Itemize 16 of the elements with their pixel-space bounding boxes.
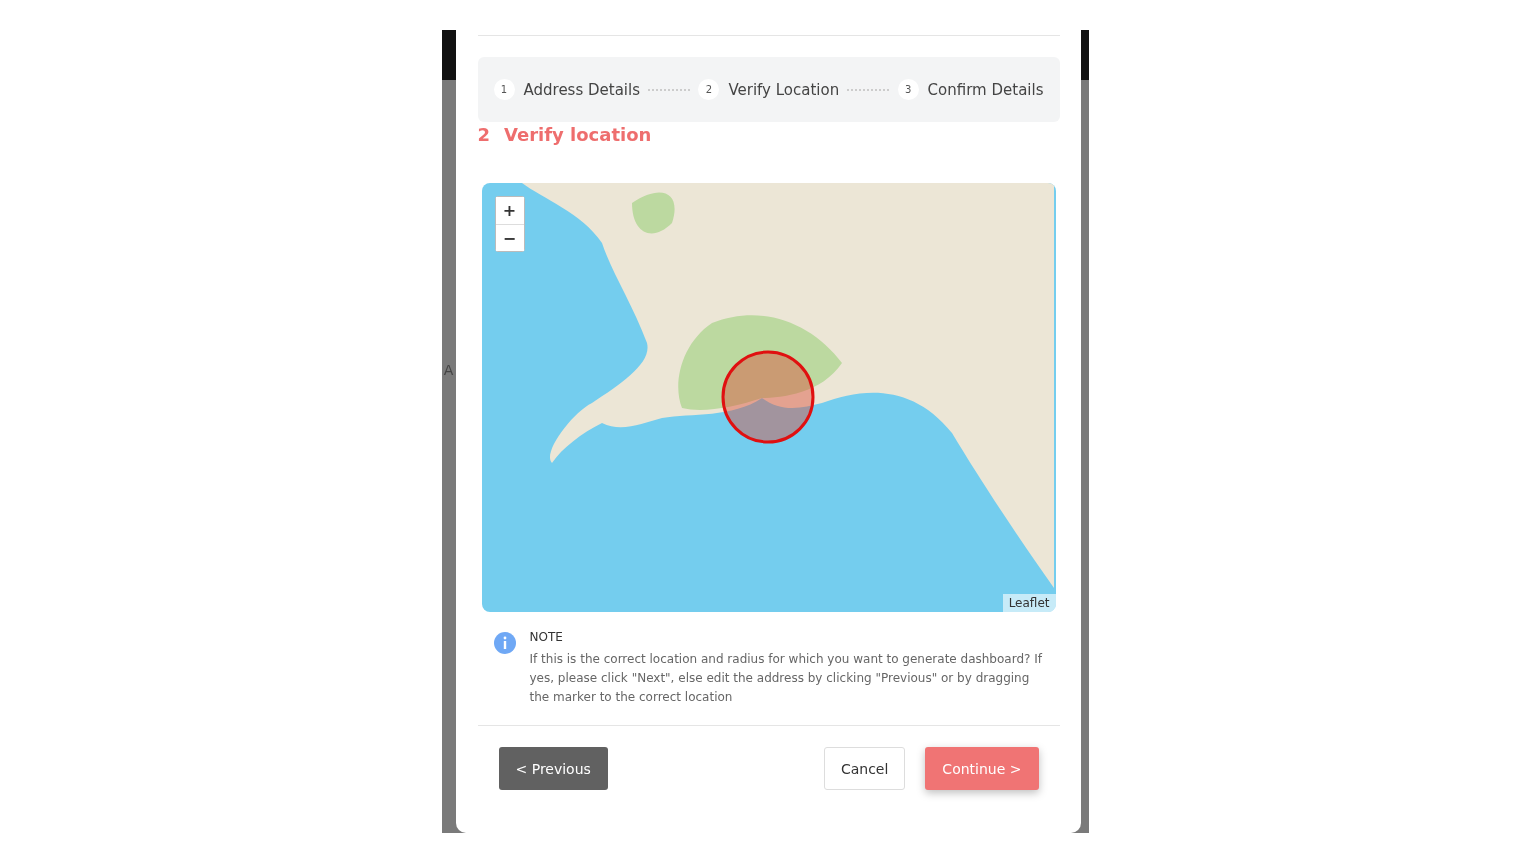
step-label: Verify Location xyxy=(728,80,840,99)
map-attribution[interactable]: Leaflet xyxy=(1002,594,1056,612)
step-number: 1 xyxy=(493,79,515,100)
map-view[interactable]: + − Leaflet xyxy=(481,183,1056,612)
note-text: If this is the correct location and radius for which you want to generate dashboard? If yes, please click "Next", else edit the address by clicking "Previous" or by dragging the marker to the correct location xyxy=(529,651,1044,706)
step-number: 2 xyxy=(698,79,720,100)
section-number: 2 xyxy=(477,124,491,145)
section-title: Verify location xyxy=(504,124,652,145)
previous-button[interactable]: < Previous xyxy=(498,747,608,790)
info-icon xyxy=(493,632,516,654)
step-number: 3 xyxy=(897,79,919,100)
note-title: NOTE xyxy=(529,630,564,644)
cancel-button[interactable]: Cancel xyxy=(823,747,906,790)
step-label: Address Details xyxy=(523,80,640,99)
step-label: Confirm Details xyxy=(927,80,1044,99)
zoom-out-button[interactable]: − xyxy=(495,224,524,251)
